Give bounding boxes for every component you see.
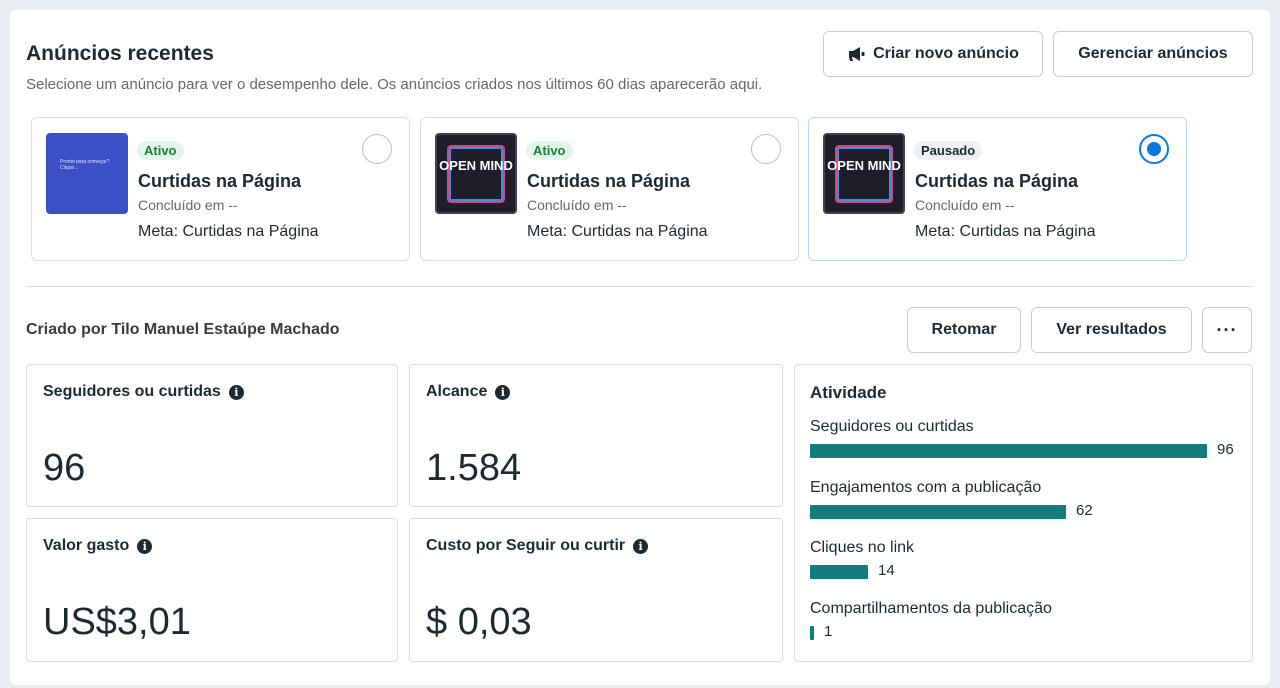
activity-bar [810,444,1207,458]
ad-thumbnail-text: Pronto para começar? Clique... [60,159,110,171]
activity-label: Engajamentos com a publicação [810,478,1042,496]
creator-label: Criado por Tilo Manuel Estaúpe Machado [26,321,340,338]
ad-title: Curtidas na Página [138,171,302,191]
status-badge: Ativo [526,141,573,160]
ad-concluded: Concluído em -- [138,197,238,213]
ad-select-radio[interactable] [1139,134,1169,164]
ad-card-selected[interactable]: OPEN MIND Pausado Curtidas na Página Con… [808,117,1187,261]
activity-bar [810,565,868,579]
metric-followers: Seguidores ou curtidas i 96 [26,364,398,507]
megaphone-icon [849,47,865,61]
ad-thumbnail: OPEN MIND [823,133,905,214]
metric-value: US$3,01 [43,601,191,643]
activity-bar [810,504,1066,519]
thumbnail-frame [447,145,505,203]
metric-label-row: Alcance i [426,383,511,401]
status-badge: Pausado [914,141,983,160]
ad-goal: Meta: Curtidas na Página [138,223,319,240]
metric-label-row: Valor gasto i [43,537,153,555]
activity-row: Seguidores ou curtidas 96 [810,418,1240,470]
metric-value: 1.584 [426,447,522,489]
ad-thumbnail: Pronto para começar? Clique... [46,133,128,214]
status-badge: Ativo [137,141,184,160]
metric-value: $ 0,03 [426,601,532,643]
activity-card: Atividade Seguidores ou curtidas 96 Engaja… [794,364,1253,662]
ad-concluded: Concluído em -- [915,197,1015,213]
manage-ads-button[interactable]: Gerenciar anúncios [1053,31,1253,77]
resume-button[interactable]: Retomar [907,307,1021,353]
activity-row: Cliques no link 14 [810,539,1240,591]
page-title: Anúncios recentes [26,42,214,65]
metric-label: Valor gasto [43,537,130,554]
info-icon[interactable]: i [495,384,511,400]
activity-bar [810,625,814,640]
recent-ads-panel: Anúncios recentes Selecione um anúncio p… [10,10,1270,685]
ad-select-radio[interactable] [751,134,781,164]
activity-value: 62 [1076,501,1093,519]
activity-value: 96 [1217,441,1234,458]
info-icon[interactable]: i [228,384,244,400]
info-icon[interactable]: i [137,538,153,554]
metric-label: Custo por Seguir ou curtir [426,537,626,554]
metric-label-row: Custo por Seguir ou curtir i [426,537,649,555]
metric-label: Seguidores ou curtidas [43,383,221,400]
metric-value: 96 [43,447,86,489]
ad-title: Curtidas na Página [527,171,691,191]
create-ad-button[interactable]: Criar novo anúncio [823,31,1043,77]
ad-select-radio[interactable] [362,134,392,164]
activity-row: Compartilhamentos da publicação 1 [810,600,1240,652]
activity-label: Cliques no link [810,539,915,556]
info-icon[interactable]: i [633,538,649,554]
ad-goal: Meta: Curtidas na Página [527,223,708,240]
activity-value: 14 [878,562,895,579]
ad-concluded: Concluído em -- [527,197,627,213]
create-ad-label: Criar novo anúncio [873,45,1019,62]
ad-thumbnail: OPEN MIND [435,133,517,214]
metric-label: Alcance [426,383,488,400]
ad-thumbnail-text: OPEN MIND [439,158,513,173]
more-options-button[interactable]: ··· [1202,307,1252,353]
activity-value: 1 [824,622,833,640]
view-results-button[interactable]: Ver resultados [1031,307,1192,353]
activity-row: Engajamentos com a publicação 62 [810,479,1240,531]
ad-goal: Meta: Curtidas na Página [915,223,1096,240]
metric-cost-per-result: Custo por Seguir ou curtir i $ 0,03 [409,518,783,662]
activity-label: Seguidores ou curtidas [810,418,974,435]
activity-title: Atividade [810,383,887,402]
page-subtitle: Selecione um anúncio para ver o desempen… [26,76,763,93]
ad-card[interactable]: Pronto para começar? Clique... Ativo Cur… [31,117,410,261]
divider [26,286,1253,287]
metric-amount-spent: Valor gasto i US$3,01 [26,518,398,662]
activity-label: Compartilhamentos da publicação [810,599,1052,617]
metric-label-row: Seguidores ou curtidas i [43,383,244,401]
ad-card[interactable]: OPEN MIND Ativo Curtidas na Página Concl… [420,117,799,261]
ad-title: Curtidas na Página [915,171,1079,191]
thumbnail-frame [835,145,893,203]
metric-reach: Alcance i 1.584 [409,364,783,507]
ad-thumbnail-text: OPEN MIND [827,158,901,173]
